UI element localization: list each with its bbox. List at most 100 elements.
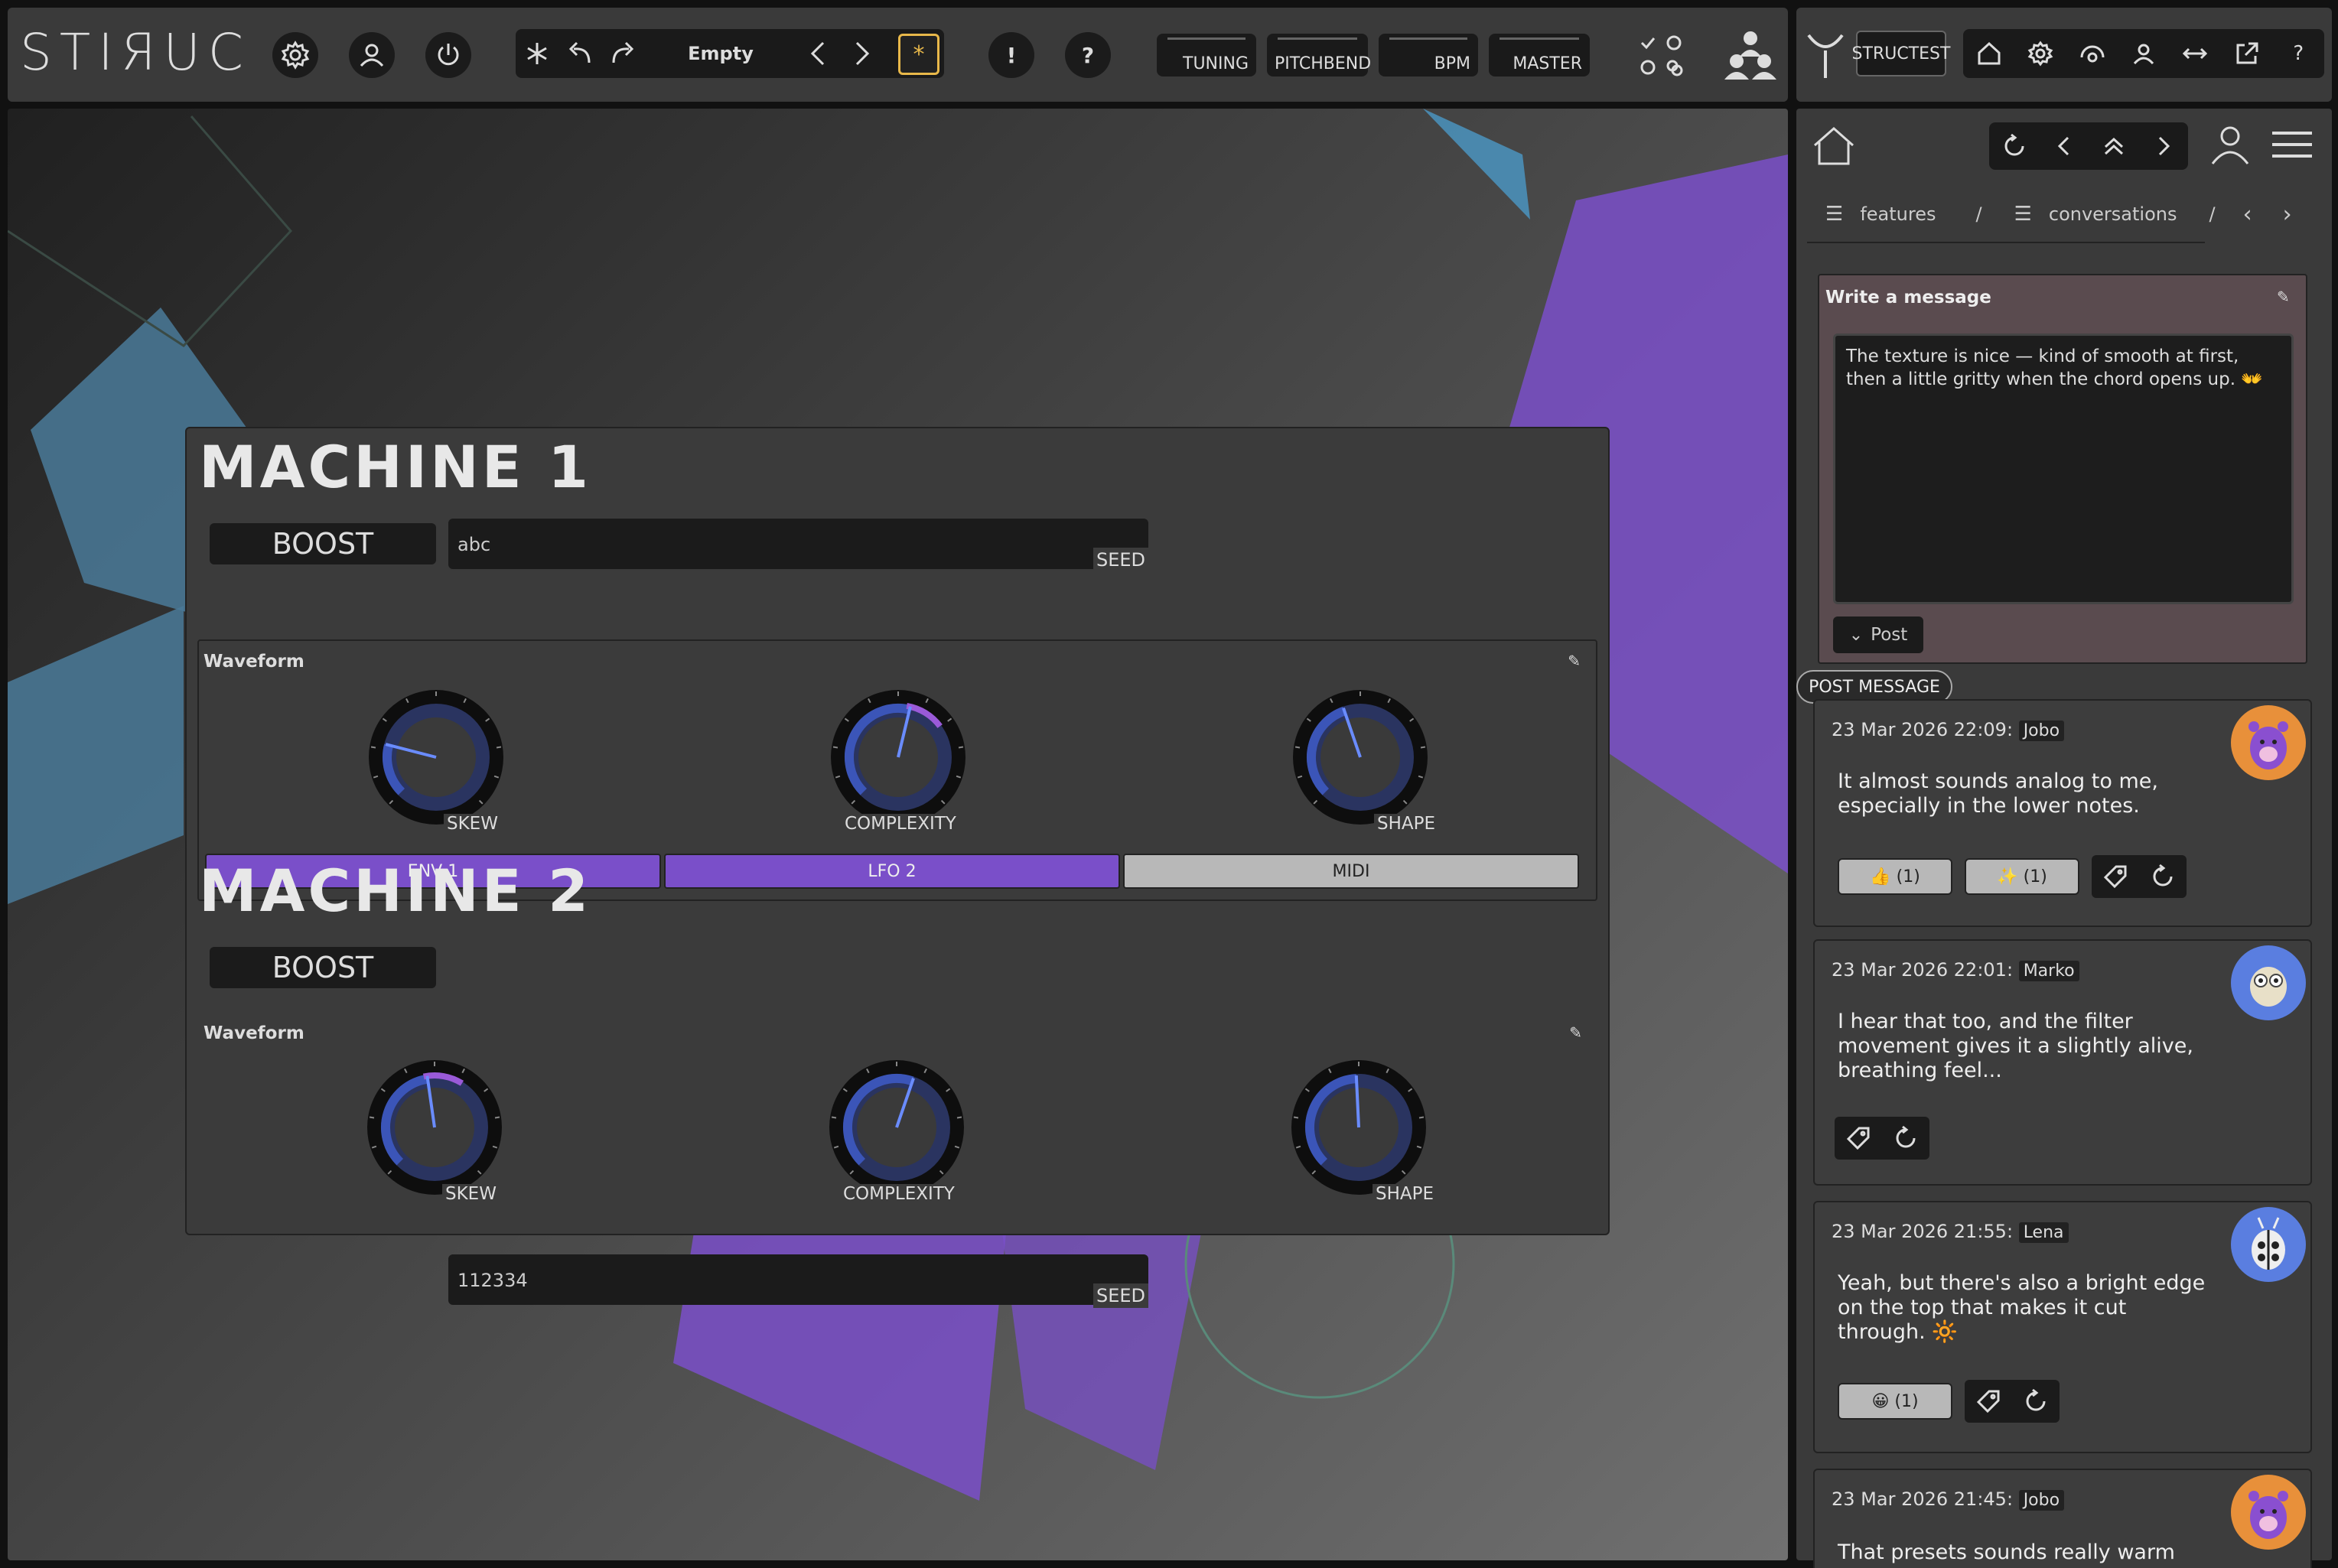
help-button[interactable]: ? [1065, 32, 1111, 78]
undo-button[interactable] [558, 29, 601, 78]
panel-home-button[interactable] [1810, 122, 1858, 170]
account-button[interactable] [349, 32, 395, 78]
pencil-icon[interactable]: ✎ [1569, 1023, 1582, 1042]
reaction-thumbs-up[interactable]: 👍 (1) [1838, 858, 1952, 895]
profile-button[interactable] [2125, 35, 2162, 72]
home-button[interactable] [1971, 35, 2007, 72]
post-button[interactable]: ⌄ Post [1833, 616, 1923, 653]
message-user[interactable]: Marko [2018, 961, 2079, 981]
external-link-button[interactable] [2229, 35, 2265, 72]
message-card: 23 Mar 2026 22:09: Jobo It almost sounds… [1813, 699, 2312, 927]
structest-button[interactable]: STRUCTEST [1852, 31, 1950, 76]
reaction-grin[interactable]: 😀 (1) [1838, 1383, 1952, 1420]
machine-2-title: MACHINE 2 [199, 857, 591, 925]
knob-tick [1420, 746, 1426, 749]
bpm-label: BPM [1434, 54, 1470, 73]
bpm-meter[interactable]: BPM [1379, 34, 1478, 76]
expand-button[interactable] [2177, 35, 2213, 72]
machine-1-seed-input[interactable]: abc SEED [448, 519, 1148, 572]
refresh-icon[interactable] [2023, 1388, 2049, 1414]
avatar[interactable] [2231, 1475, 2306, 1550]
machine-2-seed-input[interactable]: 112334 SEED [448, 1254, 1148, 1308]
tuning-meter[interactable]: TUNING [1157, 34, 1256, 76]
tag-icon[interactable] [1975, 1388, 2001, 1414]
refresh-icon[interactable] [1893, 1125, 1919, 1151]
machine-2-shape-knob[interactable] [1282, 1059, 1435, 1196]
message-text: It almost sounds analog to me, especiall… [1838, 769, 2158, 818]
machine-1-shape-knob[interactable] [1284, 688, 1437, 826]
message-textarea[interactable]: The texture is nice — kind of smooth at … [1833, 333, 2294, 604]
panel-profile-button[interactable] [2206, 121, 2254, 168]
pencil-icon[interactable]: ✎ [1568, 652, 1581, 670]
master-meter-bars [1500, 37, 1579, 50]
machine-1-complexity-label: COMPLEXITY [842, 814, 959, 834]
machine-2-skew-knob[interactable] [358, 1059, 511, 1196]
message-tools [1835, 1117, 1929, 1160]
help-small-button[interactable]: ? [2280, 35, 2317, 72]
users-button[interactable] [1721, 28, 1780, 86]
machine-1-skew-knob[interactable] [360, 688, 513, 826]
machine-2-seed-value: 112334 [458, 1270, 528, 1291]
preset-name[interactable]: Empty [644, 43, 797, 64]
power-button[interactable] [425, 32, 471, 78]
message-user[interactable]: Jobo [2018, 721, 2065, 741]
favorite-button[interactable]: * [898, 34, 939, 75]
message-user[interactable]: Jobo [2018, 1490, 2065, 1511]
tag-icon[interactable] [2102, 864, 2128, 890]
mixer-button[interactable] [1637, 32, 1686, 81]
avatar[interactable] [2231, 1207, 2306, 1282]
message-user[interactable]: Lena [2018, 1222, 2069, 1243]
pitchbend-meter[interactable]: PITCHBEND [1267, 34, 1371, 76]
tag-icon[interactable] [1845, 1125, 1871, 1151]
knob-tick [1294, 746, 1301, 749]
machine-2-shape-label: SHAPE [1373, 1184, 1438, 1204]
stream-button[interactable] [1804, 28, 1847, 83]
avatar[interactable] [2231, 945, 2306, 1020]
help-icon: ? [1081, 42, 1095, 68]
machine-2-complexity-label: COMPLEXITY [840, 1184, 958, 1204]
settings-small-button[interactable] [2022, 35, 2059, 72]
list-icon: ☰ [2014, 203, 2032, 226]
chevrons-down-icon: ⌄ [1848, 625, 1864, 645]
panel-menu-button[interactable] [2269, 125, 2315, 164]
machine-2-boost-button[interactable]: BOOST [210, 947, 436, 988]
home-icon [1978, 41, 2001, 65]
eye-icon [2080, 45, 2105, 63]
randomize-button[interactable] [516, 29, 558, 78]
prev-preset-button[interactable] [797, 29, 840, 78]
help-icon: ? [2293, 42, 2304, 65]
thumbs-up-icon: 👍 [1870, 867, 1891, 886]
chevron-right-icon [2158, 136, 2170, 156]
up-button[interactable] [2095, 128, 2132, 164]
view-button[interactable] [2074, 35, 2111, 72]
alert-button[interactable]: ! [988, 32, 1034, 78]
forward-button[interactable] [2145, 128, 2182, 164]
redo-button[interactable] [601, 29, 644, 78]
external-link-icon [2236, 42, 2258, 64]
power-icon [438, 44, 459, 66]
settings-button[interactable] [272, 32, 318, 78]
midi-mod-button[interactable]: MIDI [1123, 854, 1579, 889]
refresh-button[interactable] [1996, 128, 2033, 164]
knob-tick [1418, 1116, 1425, 1119]
breadcrumb-prev-button[interactable]: ‹ [2243, 201, 2252, 228]
machine-1-complexity-knob[interactable] [822, 688, 975, 826]
lfo2-mod-button[interactable]: LFO 2 [664, 854, 1120, 889]
breadcrumb-next-button[interactable]: › [2283, 201, 2292, 228]
reaction-sparkles[interactable]: ✨ (1) [1965, 858, 2079, 895]
breadcrumb-features[interactable]: features [1860, 203, 1936, 225]
refresh-icon[interactable] [2150, 864, 2176, 890]
breadcrumb: ☰ features / ☰ conversations / ‹ › [1825, 200, 2307, 228]
knob-tick [370, 746, 376, 749]
master-meter[interactable]: MASTER [1489, 34, 1590, 76]
gear-icon [281, 41, 310, 70]
back-button[interactable] [2046, 128, 2082, 164]
machine-1-boost-button[interactable]: BOOST [210, 523, 436, 564]
pencil-icon[interactable]: ✎ [2277, 288, 2290, 306]
machine-1-waveform-title: Waveform [204, 652, 304, 672]
avatar[interactable] [2231, 705, 2306, 780]
machine-2-complexity-knob[interactable] [820, 1059, 973, 1196]
message-tools [2092, 855, 2187, 898]
next-preset-button[interactable] [840, 29, 883, 78]
breadcrumb-conversations[interactable]: conversations [2049, 203, 2177, 225]
